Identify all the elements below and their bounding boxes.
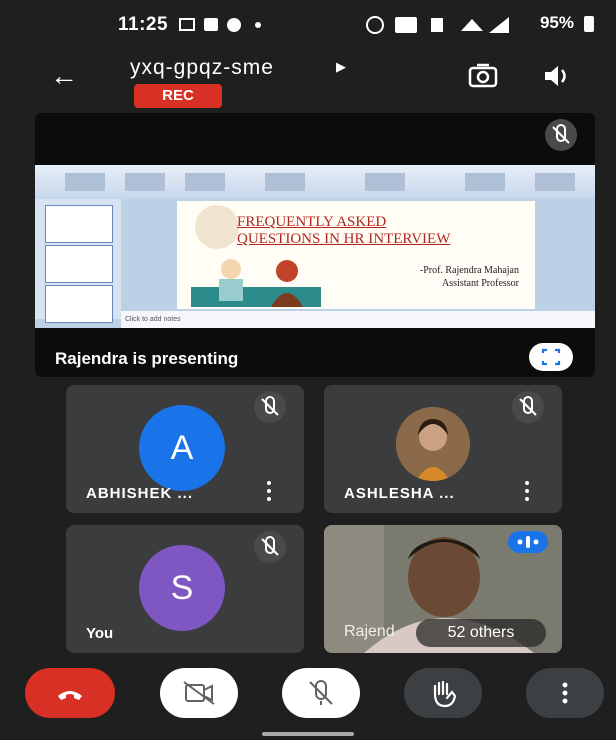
status-bar: 11:25 95% (0, 0, 616, 52)
meeting-code[interactable]: yxq-gpqz-sme (130, 56, 274, 80)
more-vert-icon[interactable] (524, 481, 530, 501)
more-vert-icon[interactable] (266, 481, 272, 501)
more-vert-icon (562, 682, 568, 704)
others-count-pill[interactable]: 52 others (416, 619, 546, 647)
participant-tile[interactable]: ASHLESHA ... (324, 385, 562, 513)
gesture-nav-bar[interactable] (262, 732, 354, 736)
participant-name: You (86, 625, 114, 642)
shared-screen: FREQUENTLY ASKED QUESTIONS IN HR INTERVI… (35, 165, 595, 328)
more-options-button[interactable] (526, 668, 604, 718)
self-tile[interactable]: S You (66, 525, 304, 653)
battery-percent: 95% (539, 13, 574, 32)
slide-author: -Prof. Rajendra Mahajan (419, 265, 519, 276)
camera-toggle-button[interactable] (160, 668, 238, 718)
slide-role: Assistant Professor (442, 278, 519, 289)
participant-name: ABHISHEK ... (86, 485, 194, 502)
participant-name: ASHLESHA ... (344, 485, 455, 502)
back-arrow-icon[interactable]: ← (50, 60, 78, 92)
audio-speaking-icon (508, 531, 548, 553)
speaker-icon[interactable] (543, 64, 569, 88)
avatar: S (139, 545, 225, 631)
end-call-icon (58, 691, 82, 700)
participant-name: Rajend (344, 623, 395, 640)
status-time: 11:25 (118, 14, 169, 35)
mic-off-icon (545, 119, 577, 151)
avatar: A (139, 405, 225, 491)
fullscreen-icon[interactable] (529, 343, 573, 371)
slide-title-line2: QUESTIONS IN HR INTERVIEW (237, 231, 451, 247)
notification-icons (179, 18, 261, 32)
recording-badge: REC (134, 84, 222, 108)
notes-pane: Click to add notes (121, 311, 595, 328)
presentation-tile[interactable]: FREQUENTLY ASKED QUESTIONS IN HR INTERVI… (35, 113, 595, 377)
end-call-button[interactable] (25, 668, 115, 718)
slide-thumbnails (35, 199, 121, 323)
battery-icon (584, 16, 594, 32)
mic-off-icon (512, 391, 544, 423)
raise-hand-button[interactable] (404, 668, 482, 718)
mic-off-icon (309, 680, 333, 705)
mic-off-icon (254, 531, 286, 563)
current-slide: FREQUENTLY ASKED QUESTIONS IN HR INTERVI… (177, 201, 535, 309)
mic-off-icon (254, 391, 286, 423)
slide-title-line1: FREQUENTLY ASKED (237, 214, 387, 230)
app-ribbon (35, 165, 595, 199)
mic-toggle-button[interactable] (282, 668, 360, 718)
participant-tile[interactable]: A ABHISHEK ... (66, 385, 304, 513)
avatar-photo (396, 407, 470, 481)
participant-video-tile[interactable]: Rajend 52 others (324, 525, 562, 653)
interview-illustration (191, 259, 321, 307)
raise-hand-icon (433, 680, 457, 708)
rotate-camera-icon[interactable] (468, 62, 498, 90)
expand-caret-icon[interactable]: ▶ (336, 59, 346, 75)
presenter-label: Rajendra is presenting (55, 349, 239, 368)
camera-off-icon (183, 681, 215, 705)
system-status-icons (366, 16, 509, 34)
